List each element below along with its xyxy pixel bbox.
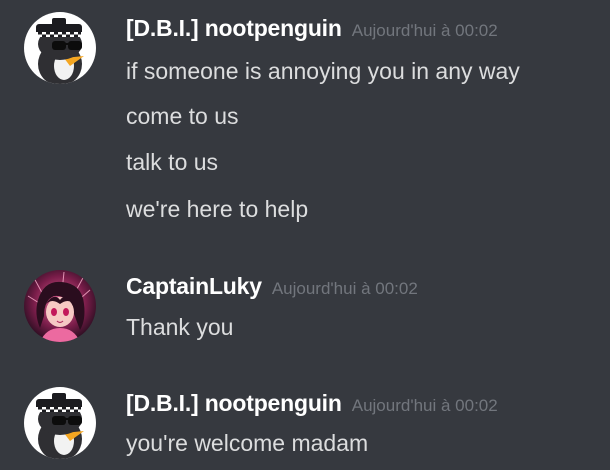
- anime-girl-avatar-icon: [24, 270, 96, 342]
- message-text: if someone is annoying you in any way: [126, 58, 520, 84]
- chat-messages: [D.B.I.] nootpenguin Aujourd'hui à 00:02 …: [0, 0, 610, 470]
- avatar[interactable]: [24, 387, 96, 459]
- username[interactable]: [D.B.I.] nootpenguin: [126, 390, 342, 416]
- avatar[interactable]: [24, 12, 96, 84]
- avatar[interactable]: [24, 270, 96, 342]
- message-text: come to us: [126, 103, 239, 129]
- username[interactable]: [D.B.I.] nootpenguin: [126, 15, 342, 41]
- message-header: [D.B.I.] nootpenguin Aujourd'hui à 00:02: [126, 15, 498, 42]
- message-text: we're here to help: [126, 196, 309, 222]
- timestamp: Aujourd'hui à 00:02: [271, 279, 418, 298]
- penguin-police-avatar-icon: [24, 12, 96, 84]
- message-header: [D.B.I.] nootpenguin Aujourd'hui à 00:02: [126, 390, 498, 417]
- message-text: talk to us: [126, 149, 219, 175]
- timestamp: Aujourd'hui à 00:02: [351, 21, 498, 40]
- username[interactable]: CaptainLuky: [126, 273, 262, 299]
- message-text: you're welcome madam: [126, 430, 369, 456]
- penguin-police-avatar-icon: [24, 387, 96, 459]
- message-text: Thank you: [126, 314, 234, 340]
- message-header: CaptainLuky Aujourd'hui à 00:02: [126, 273, 418, 300]
- timestamp: Aujourd'hui à 00:02: [351, 396, 498, 415]
